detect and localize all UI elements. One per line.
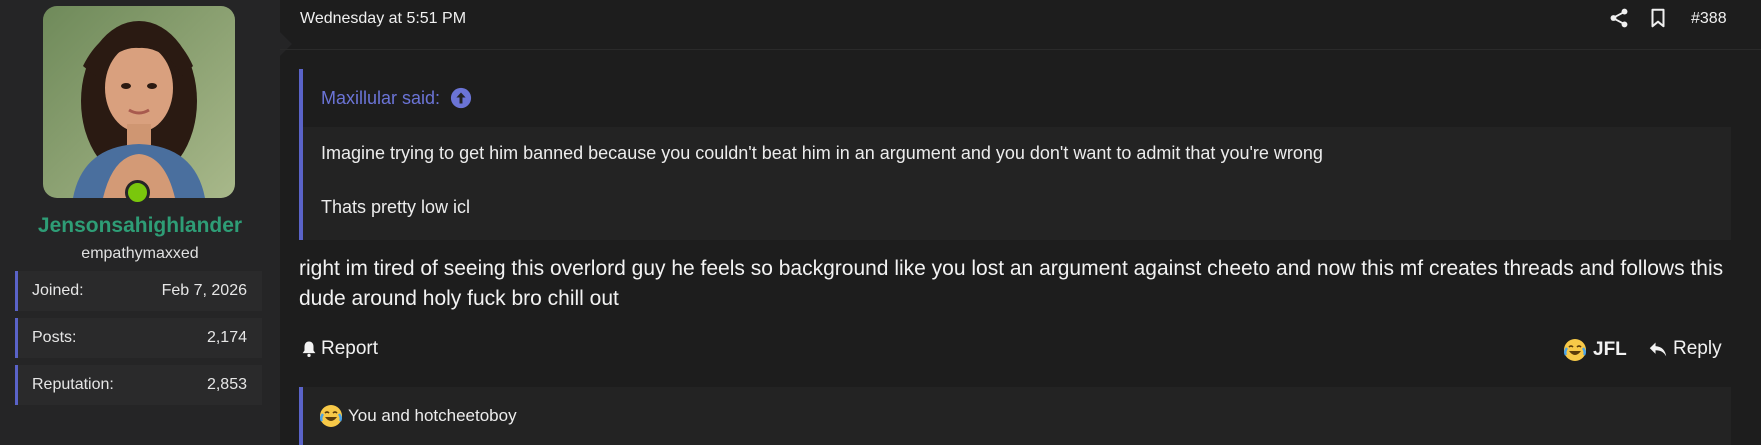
quote-block: Maxillular said: Imagine trying to get h…: [299, 69, 1731, 240]
stat-label: Reputation:: [32, 376, 114, 393]
post-date[interactable]: Wednesday at 5:51 PM: [300, 10, 466, 28]
stat-label: Posts:: [32, 329, 77, 346]
reaction-label: JFL: [1593, 339, 1627, 360]
stat-value: 2,174: [206, 329, 247, 346]
laughing-crying-emoji-icon: [320, 405, 342, 427]
quote-text: Imagine trying to get him banned because…: [321, 143, 1323, 163]
quote-header: Maxillular said:: [303, 69, 1731, 127]
user-title: empathymaxxed: [81, 245, 199, 262]
stat-label: Joined:: [32, 282, 84, 299]
user-sidebar: Jensonsahighlander empathymaxxed Joined:…: [0, 0, 292, 445]
avatar-image: [43, 6, 235, 198]
reply-label: Reply: [1673, 338, 1722, 359]
stat-posts: Posts: 2,174: [15, 318, 262, 358]
report-label: Report: [321, 338, 379, 359]
bell-icon: [302, 341, 316, 358]
stat-reputation: Reputation: 2,853: [15, 365, 262, 405]
quote-author[interactable]: Maxillular said:: [321, 88, 440, 109]
quote-text: Thats pretty low icl: [321, 197, 471, 217]
stat-value: 2,853: [206, 376, 247, 393]
avatar[interactable]: [43, 6, 235, 198]
reactions-summary[interactable]: You and hotcheetoboy: [348, 406, 517, 426]
post-body: right im tired of seeing this overlord g…: [299, 257, 1724, 310]
stat-joined: Joined: Feb 7, 2026: [15, 271, 262, 311]
arrow-up-icon[interactable]: [450, 87, 472, 109]
reply-button[interactable]: Reply: [1648, 338, 1722, 360]
post-header: Wednesday at 5:51 PM #388: [280, 0, 1761, 50]
bookmark-icon[interactable]: [1647, 7, 1669, 29]
online-status-indicator: [125, 180, 150, 205]
reaction-button[interactable]: JFL: [1563, 338, 1627, 362]
reactions-bar[interactable]: You and hotcheetoboy: [299, 387, 1731, 445]
reply-icon: [1649, 342, 1667, 357]
report-button[interactable]: Report: [300, 338, 378, 360]
post-number[interactable]: #388: [1691, 10, 1727, 28]
share-icon[interactable]: [1608, 7, 1630, 29]
laughing-crying-emoji-icon: [1564, 339, 1586, 361]
username[interactable]: Jensonsahighlander: [0, 214, 280, 238]
stat-value: Feb 7, 2026: [161, 282, 247, 299]
